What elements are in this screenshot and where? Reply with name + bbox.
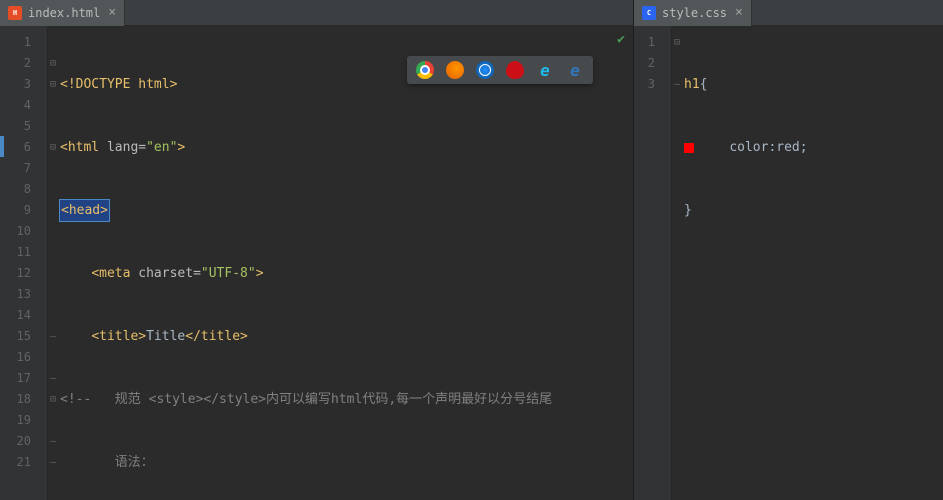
code-line: <head> <box>60 200 633 221</box>
ie-icon[interactable]: e <box>536 61 554 79</box>
edge-icon[interactable]: e <box>566 61 584 79</box>
fold-column: ⊟— <box>670 26 684 500</box>
right-pane: C style.css × 123 ⊟— h1{ color:red; } <box>634 0 943 500</box>
left-editor[interactable]: ✔ e e 123456789101112131415161718192021 … <box>0 26 633 500</box>
code-line: 语法： <box>60 452 633 473</box>
close-icon[interactable]: × <box>106 5 118 20</box>
bookmark-stripe <box>0 136 4 157</box>
html-file-icon: H <box>8 6 22 20</box>
code-line: <title>Title</title> <box>60 326 633 347</box>
cursor-position: <head> <box>60 200 109 221</box>
opera-icon[interactable] <box>506 61 524 79</box>
tab-label: style.css <box>662 6 727 20</box>
code-line: <meta charset="UTF-8"> <box>60 263 633 284</box>
code-line: <html lang="en"> <box>60 137 633 158</box>
right-gutter: 123 <box>634 26 670 500</box>
code-line: <!-- 规范 <style></style>内可以编写html代码,每一个声明… <box>60 389 633 410</box>
chrome-icon[interactable] <box>416 61 434 79</box>
left-gutter: 123456789101112131415161718192021 <box>0 26 46 500</box>
color-swatch-icon[interactable] <box>684 143 694 153</box>
left-tabbar: H index.html × <box>0 0 633 26</box>
tab-label: index.html <box>28 6 100 20</box>
safari-icon[interactable] <box>476 61 494 79</box>
close-icon[interactable]: × <box>733 5 745 20</box>
code-line: } <box>684 200 943 221</box>
right-tabbar: C style.css × <box>634 0 943 26</box>
right-code[interactable]: h1{ color:red; } <box>684 26 943 500</box>
browser-preview-bar: e e <box>407 56 593 84</box>
ide-root: H index.html × ✔ e e 1234567891011121314… <box>0 0 943 500</box>
right-editor[interactable]: 123 ⊟— h1{ color:red; } <box>634 26 943 500</box>
code-line: color:red; <box>684 137 943 158</box>
css-file-icon: C <box>642 6 656 20</box>
left-code[interactable]: <!DOCTYPE html> <html lang="en"> <head> … <box>60 26 633 500</box>
tab-style-css[interactable]: C style.css × <box>634 0 752 26</box>
fold-column: ⊟⊟⊟——⊟—— <box>46 26 60 500</box>
code-line: h1{ <box>684 74 943 95</box>
left-pane: H index.html × ✔ e e 1234567891011121314… <box>0 0 634 500</box>
firefox-icon[interactable] <box>446 61 464 79</box>
tab-index-html[interactable]: H index.html × <box>0 0 125 26</box>
check-icon: ✔ <box>617 32 625 47</box>
